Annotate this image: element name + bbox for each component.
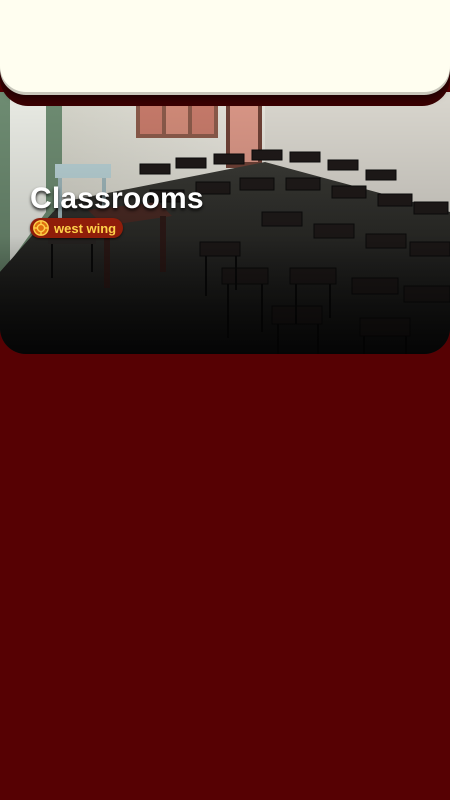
room-title: Classrooms — [30, 182, 204, 215]
content-area — [0, 354, 450, 800]
app-screen: Classrooms west wing — [0, 0, 450, 800]
crosshair-target-icon — [32, 219, 50, 237]
location-label: west wing — [54, 220, 117, 236]
card-title-block: Classrooms west wing — [30, 182, 204, 242]
location-badge[interactable]: west wing — [30, 218, 124, 238]
header-panel — [0, 0, 450, 92]
